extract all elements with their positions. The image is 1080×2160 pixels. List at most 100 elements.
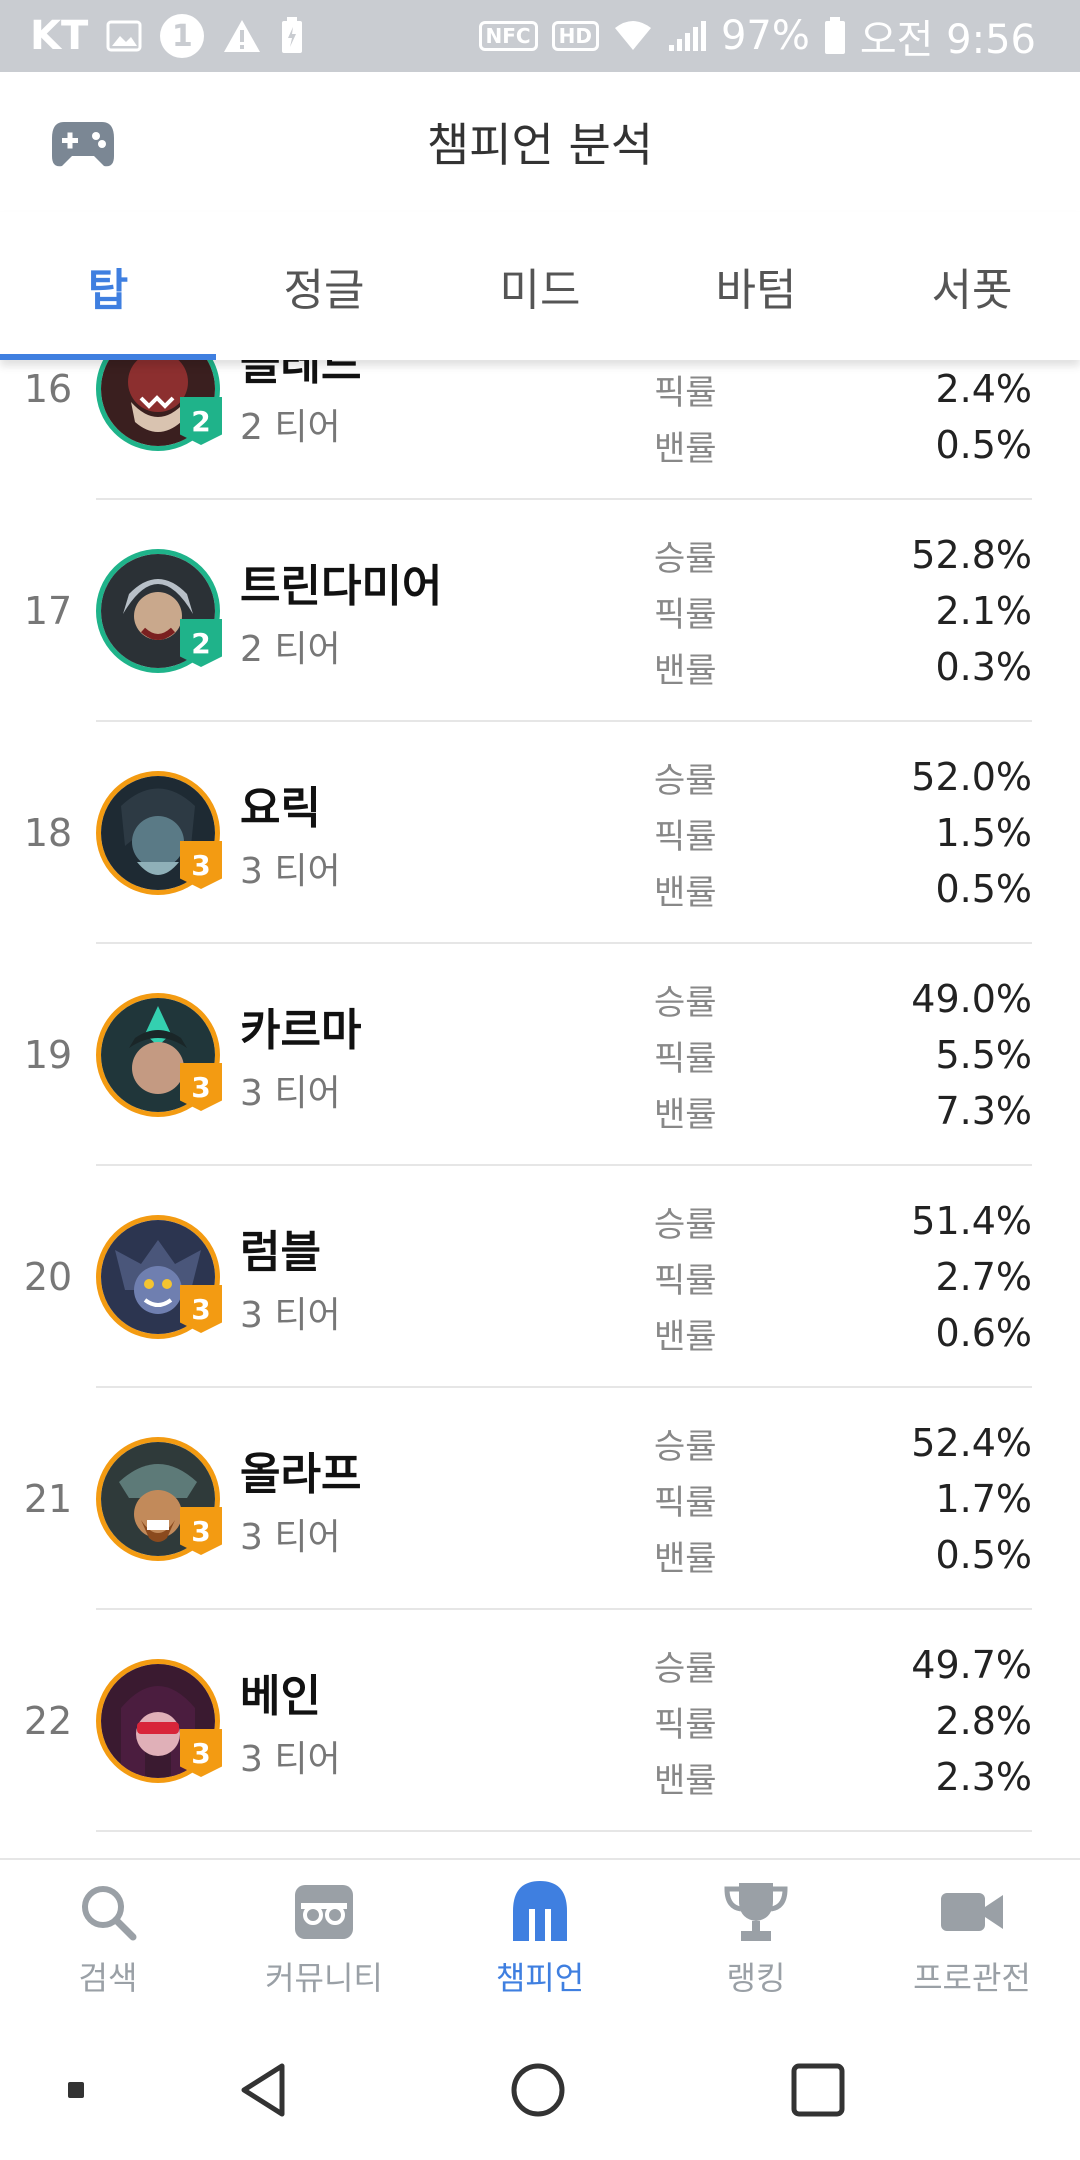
ban-rate-label: 밴률 [654, 1538, 717, 1579]
pick-rate-label: 픽률 [654, 594, 717, 635]
champion-stats: 승률 52.0% 픽률 1.5% 밴률 0.5% [654, 749, 1032, 917]
ban-rate-value: 0.5% [935, 423, 1032, 467]
pick-rate-value: 2.1% [935, 589, 1032, 633]
champion-info: 올라프 3 티어 [240, 1438, 660, 1560]
win-rate-value: 49.0% [911, 977, 1032, 1021]
bottom-nav: 검색 커뮤니티 챔피언 랭킹 프로관전 [0, 1858, 1080, 2018]
champion-helmet-icon [513, 1881, 567, 1941]
nav-search[interactable]: 검색 [0, 1860, 216, 2018]
notification-count-icon: 1 [160, 14, 205, 58]
champion-tier: 2 티어 [240, 407, 341, 448]
ban-rate-line: 밴률 7.3% [654, 1083, 1032, 1139]
champion-info: 요릭 3 티어 [240, 772, 660, 894]
tab-bottom[interactable]: 바텀 [648, 212, 864, 360]
ban-rate-line: 밴률 0.5% [654, 417, 1032, 473]
pick-rate-label: 픽률 [654, 1704, 717, 1745]
champion-stats: 승률 49.7% 픽률 2.8% 밴률 2.3% [654, 1637, 1032, 1805]
back-icon[interactable] [236, 2060, 290, 2120]
champion-stats: 승률 49.0% 픽률 5.5% 밴률 7.3% [654, 971, 1032, 1139]
champion-row[interactable]: 16 2 클레드 2 티어 승률 픽률2.4% 밴률0.5% [0, 360, 1080, 500]
champion-stats: 승률 51.4% 픽률 2.7% 밴률 0.6% [654, 1193, 1032, 1361]
rank-number: 16 [23, 367, 73, 411]
champion-avatar: 3 [96, 1437, 222, 1561]
champion-row[interactable]: 21 3 올라프 3 티어 승률 52.4% 픽률 1.7% 밴률 0.5% [0, 1388, 1080, 1610]
nav-label: 프로관전 [913, 1959, 1031, 1997]
champion-row[interactable]: 19 3 카르마 3 티어 승률 49.0% 픽률 5.5% 밴률 7.3% [0, 944, 1080, 1166]
rank-number: 22 [23, 1699, 73, 1743]
champion-tier: 3 티어 [240, 1517, 341, 1558]
home-icon[interactable] [510, 2062, 566, 2118]
champion-name: 클레드 [240, 360, 362, 390]
pick-rate-line: 픽률 5.5% [654, 1027, 1032, 1083]
status-left: KT 1 [30, 13, 304, 59]
video-camera-icon [941, 1893, 1003, 1931]
nav-champion[interactable]: 챔피언 [432, 1860, 648, 2018]
champion-list-viewport[interactable]: 16 2 클레드 2 티어 승률 픽률 2.4% 밴률 0.5% [0, 360, 1080, 1858]
rank-number: 17 [23, 589, 73, 633]
win-rate-label: 승률 [654, 982, 717, 1023]
tab-mid[interactable]: 미드 [432, 212, 648, 360]
ban-rate-line: 밴률 2.3% [654, 1749, 1032, 1805]
pick-rate-value: 1.7% [935, 1477, 1032, 1521]
tab-support[interactable]: 서폿 [864, 212, 1080, 360]
ban-rate-value: 2.3% [935, 1755, 1032, 1799]
pick-rate-line: 픽률 2.7% [654, 1249, 1032, 1305]
champion-stats: 승률 52.4% 픽률 1.7% 밴률 0.5% [654, 1415, 1032, 1583]
win-rate-value: 51.4% [911, 1199, 1032, 1243]
ban-rate-label: 밴률 [654, 1760, 717, 1801]
win-rate-line: 승률 49.0% [654, 971, 1032, 1027]
nav-label: 랭킹 [726, 1959, 786, 1997]
nav-label: 챔피언 [495, 1959, 585, 1997]
win-rate-value: 49.7% [911, 1643, 1032, 1687]
ban-rate-line: 밴률 0.5% [654, 861, 1032, 917]
champion-avatar: 3 [96, 1659, 222, 1783]
ban-rate-line: 밴률 0.3% [654, 639, 1032, 695]
champion-info: 트린다미어 2 티어 [240, 550, 660, 672]
pick-rate-label: 픽률 [654, 1482, 717, 1523]
nfc-icon: NFC [478, 21, 538, 51]
ban-rate-line: 밴률 0.5% [654, 1527, 1032, 1583]
recent-dot-icon[interactable] [66, 2080, 86, 2100]
battery-charging-icon [282, 17, 303, 53]
win-rate-label: 승률 [654, 760, 717, 801]
win-rate-value: 52.8% [911, 533, 1032, 577]
search-icon [82, 1886, 137, 1941]
rank-number: 21 [23, 1477, 73, 1521]
gallery-icon [106, 20, 142, 52]
champion-row[interactable]: 18 3 요릭 3 티어 승률 52.0% 픽률 1.5% 밴률 0.5% [0, 722, 1080, 944]
win-rate-label: 승률 [654, 538, 717, 579]
gamepad-icon[interactable] [50, 116, 116, 170]
overview-icon[interactable] [790, 2062, 846, 2118]
ban-rate-value: 0.5% [935, 867, 1032, 911]
battery-percent: 97% [720, 13, 810, 59]
nav-community[interactable]: 커뮤니티 [216, 1860, 432, 2018]
tab-top[interactable]: 탑 [0, 212, 216, 360]
pick-rate-label: 픽률 [654, 816, 717, 857]
nav-ranking[interactable]: 랭킹 [648, 1860, 864, 2018]
win-rate-value: 52.0% [911, 755, 1032, 799]
champion-stats: 승률 픽률2.4% 밴률0.5% [654, 360, 1032, 473]
screen: KT 1 NFC HD 97% 오전 9:56 챔피언 분석 탑 정글 미드 바… [0, 0, 1080, 2160]
champion-name: 럼블 [240, 1227, 321, 1278]
nav-pro-spectate[interactable]: 프로관전 [864, 1860, 1080, 2018]
champion-row[interactable]: 22 3 베인 3 티어 승률 49.7% 픽률 2.8% 밴률 2.3% [0, 1610, 1080, 1832]
win-rate-label: 승률 [654, 1204, 717, 1245]
champion-info: 클레드 2 티어 [240, 360, 660, 450]
champion-row[interactable]: 20 3 럼블 3 티어 승률 51.4% 픽률 2.7% 밴률 0.6% [0, 1166, 1080, 1388]
champion-tier: 3 티어 [240, 1073, 341, 1114]
champion-tier: 2 티어 [240, 629, 341, 670]
ban-rate-label: 밴률 [654, 1316, 717, 1357]
tab-jungle[interactable]: 정글 [216, 212, 432, 360]
win-rate-label: 승률 [654, 1426, 717, 1467]
win-rate-line: 승률 49.7% [654, 1637, 1032, 1693]
champion-tier: 3 티어 [240, 1295, 341, 1336]
champion-row[interactable]: 17 2 트린다미어 2 티어 승률 52.8% 픽률 2.1% 밴률 0.3% [0, 500, 1080, 722]
champion-avatar: 3 [96, 1215, 222, 1339]
position-tabs: 탑 정글 미드 바텀 서폿 [0, 212, 1080, 360]
ban-rate-line: 밴률 0.6% [654, 1305, 1032, 1361]
warning-icon [224, 20, 261, 52]
champion-name: 올라프 [240, 1449, 362, 1500]
pick-rate-value: 2.7% [935, 1255, 1032, 1299]
nav-label: 커뮤니티 [265, 1959, 383, 1997]
champion-info: 럼블 3 티어 [240, 1216, 660, 1338]
